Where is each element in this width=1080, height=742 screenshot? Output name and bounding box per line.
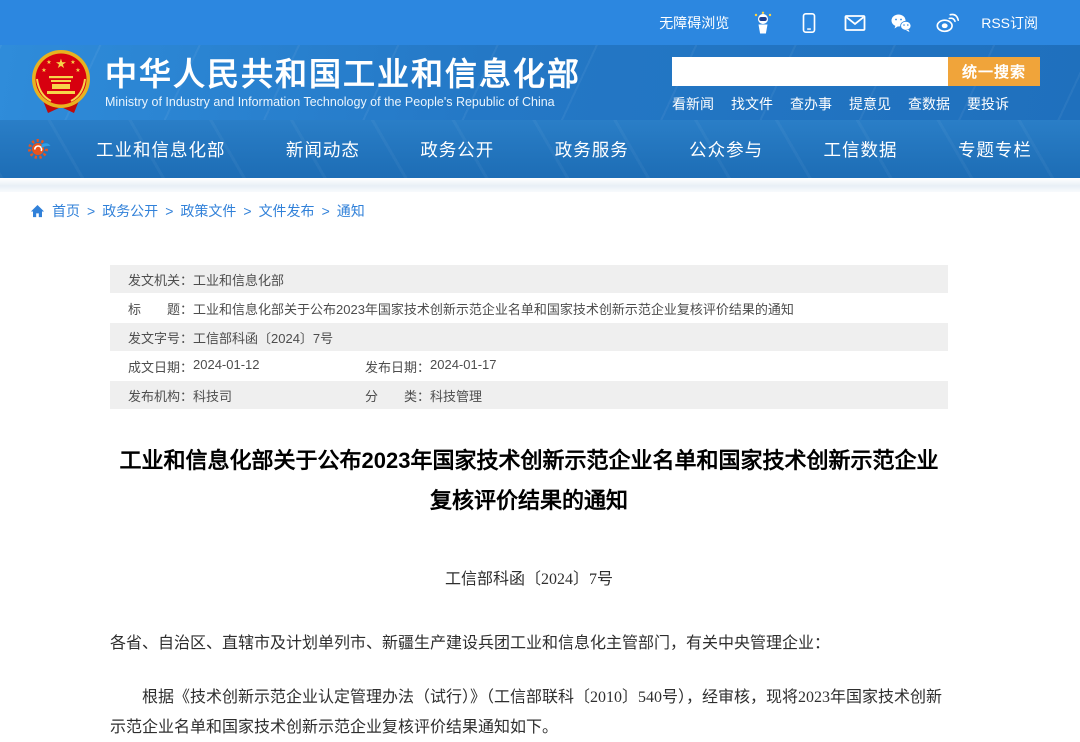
breadcrumb-gov-disclosure[interactable]: 政务公开 xyxy=(102,201,158,221)
svg-text:★: ★ xyxy=(46,59,51,66)
breadcrumb: 首页 > 政务公开 > 政策文件 > 文件发布 > 通知 xyxy=(0,192,1080,221)
quick-links: 看新闻 找文件 查办事 提意见 查数据 要投诉 xyxy=(672,94,1040,114)
document-paragraph: 根据《技术创新示范企业认定管理办法（试行）》（工信部联科〔2010〕540号），… xyxy=(110,683,948,742)
quick-link-complaint[interactable]: 要投诉 xyxy=(967,94,1009,114)
accessibility-link[interactable]: 无障碍浏览 xyxy=(659,13,729,33)
breadcrumb-home[interactable]: 首页 xyxy=(52,201,80,221)
site-title: 中华人民共和国工业和信息化部 xyxy=(105,56,581,92)
document-body: 各省、自治区、直辖市及计划单列市、新疆生产建设兵团工业和信息化主管部门，有关中央… xyxy=(110,629,948,742)
document-title: 工业和信息化部关于公布2023年国家技术创新示范企业名单和国家技术创新示范企业复… xyxy=(110,441,948,521)
main-nav: 工业和信息化部 新闻动态 政务公开 政务服务 公众参与 工信数据 专题专栏 xyxy=(0,120,1080,178)
quick-link-feedback[interactable]: 提意见 xyxy=(849,94,891,114)
topbar: 无障碍浏览 xyxy=(0,0,1080,45)
wechat-icon[interactable] xyxy=(889,11,913,35)
search-input[interactable] xyxy=(672,57,948,86)
meta-label: 标 题： xyxy=(128,299,193,318)
nav-item-special-topics[interactable]: 专题专栏 xyxy=(958,137,1032,162)
meta-label: 成文日期： xyxy=(128,357,193,376)
search-button[interactable]: 统一搜索 xyxy=(948,57,1040,86)
meta-label: 分 类： xyxy=(365,386,430,405)
quick-link-data[interactable]: 查数据 xyxy=(908,94,950,114)
miit-logo-icon[interactable] xyxy=(26,136,52,167)
meta-table: 发文机关：工业和信息化部 标 题：工业和信息化部关于公布2023年国家技术创新示… xyxy=(110,265,948,409)
document-content: 发文机关：工业和信息化部 标 题：工业和信息化部关于公布2023年国家技术创新示… xyxy=(110,265,948,742)
svg-text:★: ★ xyxy=(70,59,75,66)
breadcrumb-file-release[interactable]: 文件发布 xyxy=(259,201,315,221)
national-emblem-icon: ★ ★ ★ ★ ★ xyxy=(30,49,92,117)
mobile-icon[interactable] xyxy=(797,11,821,35)
breadcrumb-policy-files[interactable]: 政策文件 xyxy=(180,201,236,221)
nav-item-news[interactable]: 新闻动态 xyxy=(286,137,360,162)
rss-link[interactable]: RSS订阅 xyxy=(981,13,1038,33)
search-area: 统一搜索 看新闻 找文件 查办事 提意见 查数据 要投诉 xyxy=(672,57,1040,114)
meta-value: 工业和信息化部 xyxy=(193,270,284,289)
nav-item-miit[interactable]: 工业和信息化部 xyxy=(96,137,226,162)
nav-bottom-gradient xyxy=(0,178,1080,192)
meta-value: 工信部科函〔2024〕7号 xyxy=(193,328,333,347)
breadcrumb-notice[interactable]: 通知 xyxy=(337,201,365,221)
meta-value: 2024-01-12 xyxy=(193,357,260,376)
quick-link-files[interactable]: 找文件 xyxy=(731,94,773,114)
meta-value: 科技管理 xyxy=(430,386,482,405)
document-paragraph: 各省、自治区、直辖市及计划单列市、新疆生产建设兵团工业和信息化主管部门，有关中央… xyxy=(110,629,948,659)
quick-link-services[interactable]: 查办事 xyxy=(790,94,832,114)
meta-label: 发文机关： xyxy=(128,270,193,289)
svg-text:★: ★ xyxy=(41,67,46,74)
meta-row-title: 标 题：工业和信息化部关于公布2023年国家技术创新示范企业名单和国家技术创新示… xyxy=(110,294,948,322)
site-title-block: 中华人民共和国工业和信息化部 Ministry of Industry and … xyxy=(105,56,581,109)
quick-link-news[interactable]: 看新闻 xyxy=(672,94,714,114)
nav-item-public-participation[interactable]: 公众参与 xyxy=(689,137,763,162)
nav-item-gov-services[interactable]: 政务服务 xyxy=(555,137,629,162)
meta-value: 2024-01-17 xyxy=(430,357,497,376)
weibo-icon[interactable] xyxy=(935,11,959,35)
breadcrumb-separator: > xyxy=(165,203,173,219)
breadcrumb-separator: > xyxy=(322,203,330,219)
breadcrumb-separator: > xyxy=(243,203,251,219)
meta-row-publisher: 发布机构：科技司 分 类：科技管理 xyxy=(110,381,948,409)
site-subtitle: Ministry of Industry and Information Tec… xyxy=(105,95,581,109)
mail-icon[interactable] xyxy=(843,11,867,35)
meta-label: 发布日期： xyxy=(365,357,430,376)
meta-value: 科技司 xyxy=(193,386,232,405)
nav-item-miit-data[interactable]: 工信数据 xyxy=(824,137,898,162)
site-header: ★ ★ ★ ★ ★ 中华人民共和国工业和信息化部 Ministry of Ind… xyxy=(0,45,1080,120)
nav-item-gov-disclosure[interactable]: 政务公开 xyxy=(420,137,494,162)
meta-label: 发布机构： xyxy=(128,386,193,405)
meta-value: 工业和信息化部关于公布2023年国家技术创新示范企业名单和国家技术创新示范企业复… xyxy=(193,299,794,318)
svg-text:★: ★ xyxy=(75,67,80,74)
breadcrumb-separator: > xyxy=(87,203,95,219)
svg-text:★: ★ xyxy=(55,56,67,71)
meta-row-dates: 成文日期：2024-01-12 发布日期：2024-01-17 xyxy=(110,352,948,380)
meta-row-issuing-agency: 发文机关：工业和信息化部 xyxy=(110,265,948,293)
meta-label: 发文字号： xyxy=(128,328,193,347)
robot-icon[interactable] xyxy=(751,11,775,35)
document-number: 工信部科函〔2024〕7号 xyxy=(110,565,948,589)
meta-row-doc-number: 发文字号：工信部科函〔2024〕7号 xyxy=(110,323,948,351)
home-icon[interactable] xyxy=(30,204,45,219)
